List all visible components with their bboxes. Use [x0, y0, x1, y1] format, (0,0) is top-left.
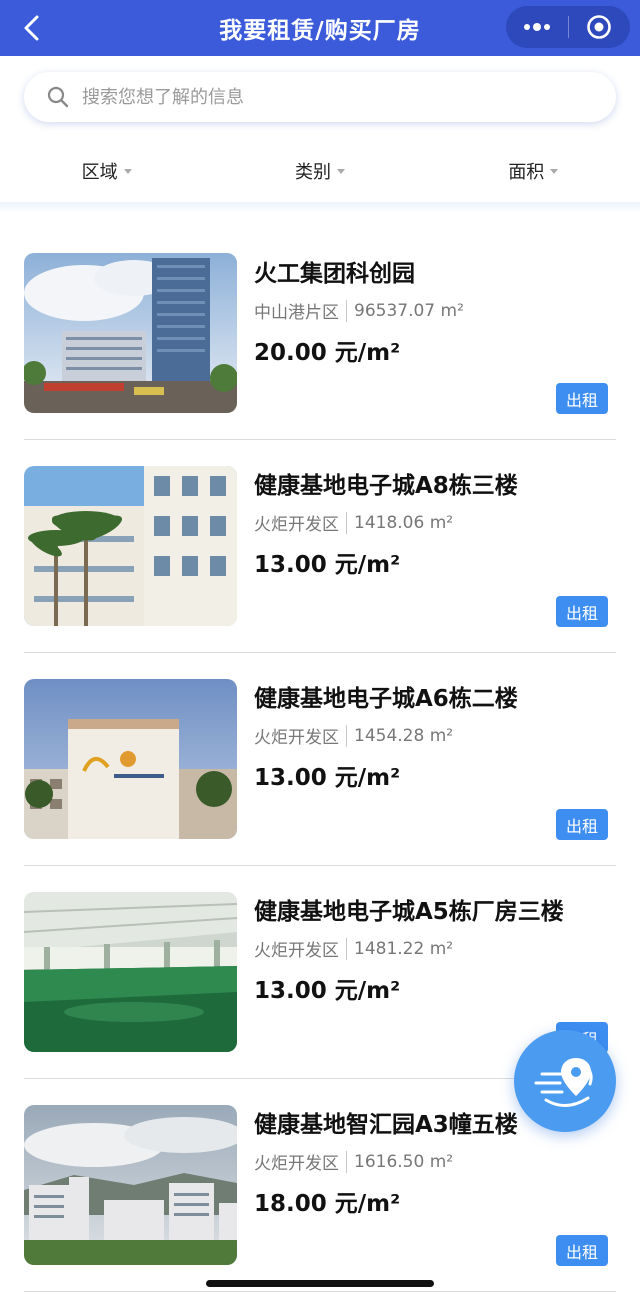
listing-card[interactable]: 健康基地电子城A6栋二楼 火炬开发区 1454.28 m² 13.00 元/m²… — [24, 653, 616, 866]
more-button[interactable] — [506, 6, 568, 48]
listing-area: 1454.28 m² — [354, 725, 454, 746]
listing-card[interactable]: 火工集团科创园 中山港片区 96537.07 m² 20.00 元/m² 出租 — [24, 240, 616, 440]
meta-divider — [346, 724, 347, 747]
more-icon — [523, 23, 550, 31]
meta-divider — [346, 937, 347, 960]
back-icon — [24, 15, 39, 41]
rent-badge[interactable]: 出租 — [556, 809, 608, 840]
listing-photo — [24, 1105, 237, 1265]
listing-area: 96537.07 m² — [354, 300, 464, 321]
listing-price: 13.00 元/m² — [254, 978, 401, 1004]
map-location-icon — [534, 1058, 593, 1107]
listing-district: 火炬开发区 — [254, 941, 339, 961]
listing-area: 1616.50 m² — [354, 1151, 454, 1172]
caret-down-icon — [123, 168, 132, 174]
listing-district: 中山港片区 — [254, 303, 339, 323]
filter-category[interactable]: 类别 — [213, 140, 426, 202]
listing-info: 健康基地电子城A5栋厂房三楼 火炬开发区 1481.22 m² 13.00 元/… — [254, 896, 616, 1005]
listing-info: 健康基地电子城A6栋二楼 火炬开发区 1454.28 m² 13.00 元/m² — [254, 683, 616, 792]
mini-program-capsule — [506, 6, 630, 48]
listing-district: 火炬开发区 — [254, 728, 339, 748]
listing-info: 火工集团科创园 中山港片区 96537.07 m² 20.00 元/m² — [254, 258, 616, 367]
caret-down-icon — [336, 168, 345, 174]
search-bar[interactable] — [24, 72, 616, 122]
rent-badge[interactable]: 出租 — [556, 596, 608, 627]
caret-down-icon — [550, 168, 559, 174]
listing-photo — [24, 679, 237, 839]
listing-photo — [24, 466, 237, 626]
home-indicator — [206, 1280, 434, 1287]
back-button[interactable] — [14, 10, 50, 46]
listing-price: 20.00 元/m² — [254, 340, 401, 366]
meta-divider — [346, 511, 347, 534]
listing-info: 健康基地电子城A8栋三楼 火炬开发区 1418.06 m² 13.00 元/m² — [254, 470, 616, 579]
filter-shadow — [0, 202, 640, 214]
rent-badge[interactable]: 出租 — [556, 383, 608, 414]
filter-area[interactable]: 面积 — [427, 140, 640, 202]
search-input[interactable] — [82, 86, 562, 108]
listing-meta: 火炬开发区 1481.22 m² — [254, 936, 616, 961]
meta-divider — [346, 299, 347, 322]
listing-area: 1418.06 m² — [354, 512, 454, 533]
listing-district: 火炬开发区 — [254, 1154, 339, 1174]
listing-photo — [24, 892, 237, 1052]
listing-meta: 中山港片区 96537.07 m² — [254, 298, 616, 323]
filter-region[interactable]: 区域 — [0, 140, 213, 202]
listing-price: 13.00 元/m² — [254, 552, 401, 578]
filter-label: 类别 — [294, 162, 331, 183]
listing-meta: 火炬开发区 1616.50 m² — [254, 1149, 616, 1174]
meta-divider — [346, 1150, 347, 1173]
listing-area: 1481.22 m² — [354, 938, 454, 959]
filter-bar: 区域 类别 面积 — [0, 140, 640, 202]
listing-photo — [24, 253, 237, 413]
nav-bar: 我要租赁/购买厂房 — [0, 0, 640, 56]
listing-meta: 火炬开发区 1454.28 m² — [254, 723, 616, 748]
filter-label: 面积 — [508, 162, 545, 183]
listing-card[interactable]: 健康基地电子城A8栋三楼 火炬开发区 1418.06 m² 13.00 元/m²… — [24, 440, 616, 653]
filter-label: 区域 — [81, 162, 118, 183]
listing-list: 火工集团科创园 中山港片区 96537.07 m² 20.00 元/m² 出租 — [0, 240, 640, 1292]
rent-badge[interactable]: 出租 — [556, 1235, 608, 1266]
listing-title: 健康基地电子城A8栋三楼 — [254, 473, 518, 499]
listing-title: 健康基地电子城A5栋厂房三楼 — [254, 899, 564, 925]
listing-price: 18.00 元/m² — [254, 1191, 401, 1217]
listing-meta: 火炬开发区 1418.06 m² — [254, 510, 616, 535]
map-search-button[interactable] — [514, 1030, 616, 1132]
page-title: 我要租赁/购买厂房 — [219, 18, 421, 44]
listing-price: 13.00 元/m² — [254, 765, 401, 791]
listing-title: 火工集团科创园 — [254, 261, 415, 287]
listing-district: 火炬开发区 — [254, 515, 339, 535]
close-mini-program-button[interactable] — [568, 6, 630, 48]
target-icon — [587, 15, 612, 39]
search-icon — [47, 86, 69, 108]
listing-title: 健康基地电子城A6栋二楼 — [254, 686, 518, 712]
